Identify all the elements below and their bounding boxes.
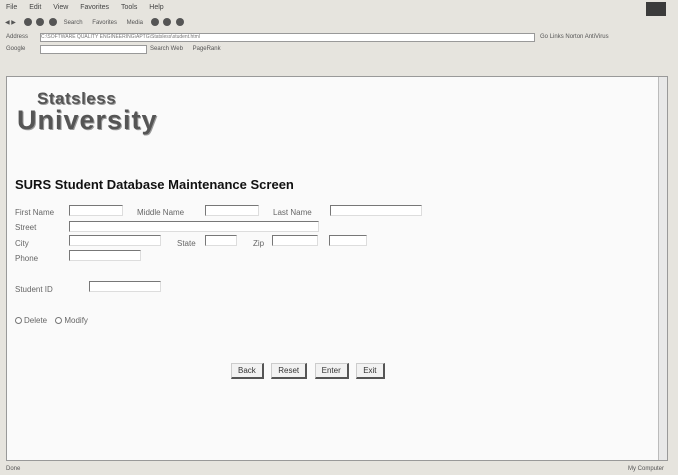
search-button[interactable]: Search	[64, 20, 83, 26]
zip-field[interactable]	[272, 235, 318, 246]
action-radio-group: Delete Modify	[15, 316, 94, 325]
logo-line2: University	[17, 105, 158, 135]
favorites-button[interactable]: Favorites	[92, 20, 117, 26]
radio-modify[interactable]: Modify	[55, 316, 88, 325]
google-search-input[interactable]	[40, 45, 147, 54]
radio-delete-circle[interactable]	[15, 317, 22, 325]
stop-icon[interactable]	[23, 18, 32, 27]
menu-favorites[interactable]: Favorites	[80, 4, 109, 11]
university-logo: Statsless University	[17, 89, 158, 136]
status-bar: Done My Computer	[0, 462, 678, 475]
page-content: Statsless University SURS Student Databa…	[6, 76, 668, 461]
print-icon[interactable]	[176, 18, 184, 27]
mail-icon[interactable]	[163, 18, 172, 27]
city-label: City	[15, 239, 29, 248]
middle-name-field[interactable]	[205, 205, 259, 216]
state-field[interactable]	[205, 235, 237, 246]
links-button[interactable]: Links	[550, 34, 564, 40]
vertical-scrollbar[interactable]	[658, 77, 667, 460]
google-toolbar: Google Search Web PageRank	[0, 43, 678, 56]
back-nav-icon[interactable]: ◀ ▶	[5, 19, 16, 26]
menu-help[interactable]: Help	[149, 4, 163, 11]
menu-view[interactable]: View	[53, 4, 68, 11]
norton-antivirus-button[interactable]: Norton AntiVirus	[565, 34, 608, 40]
status-zone: My Computer	[627, 466, 664, 472]
zip-extension-field[interactable]	[329, 235, 367, 246]
menu-tools[interactable]: Tools	[121, 4, 137, 11]
last-name-label: Last Name	[273, 208, 312, 217]
student-id-label: Student ID	[15, 285, 53, 294]
status-done: Done	[6, 466, 21, 472]
windows-logo-icon	[646, 2, 666, 16]
city-field[interactable]	[69, 235, 161, 246]
radio-modify-label: Modify	[64, 316, 88, 325]
exit-button[interactable]: Exit	[356, 363, 385, 379]
home-icon[interactable]	[48, 18, 57, 27]
street-field[interactable]	[69, 221, 319, 232]
phone-label: Phone	[15, 254, 39, 263]
form-buttons: Back Reset Enter Exit	[231, 360, 388, 379]
google-label: Google	[6, 46, 26, 52]
refresh-icon[interactable]	[36, 18, 45, 27]
zip-label: Zip	[253, 239, 265, 248]
menu-edit[interactable]: Edit	[29, 4, 41, 11]
menu-bar: File Edit View Favorites Tools Help	[0, 0, 678, 16]
student-id-field[interactable]	[89, 281, 161, 292]
radio-delete[interactable]: Delete	[15, 316, 47, 325]
state-label: State	[177, 239, 196, 248]
radio-modify-circle[interactable]	[55, 317, 63, 325]
first-name-label: First Name	[15, 208, 55, 217]
street-label: Street	[15, 223, 37, 232]
browser-toolbar: ◀ ▶ Search Favorites Media	[0, 16, 678, 31]
back-button[interactable]: Back	[231, 363, 264, 379]
search-web-button[interactable]: Search Web	[150, 46, 183, 52]
middle-name-label: Middle Name	[137, 208, 185, 217]
reset-button[interactable]: Reset	[271, 363, 308, 379]
address-input[interactable]: C:\SOFTWARE QUALITY ENGINEERING\APTG\Sta…	[40, 33, 535, 42]
address-bar: Address C:\SOFTWARE QUALITY ENGINEERING\…	[0, 31, 678, 43]
enter-button[interactable]: Enter	[314, 363, 349, 379]
last-name-field[interactable]	[330, 205, 422, 216]
address-label: Address	[6, 34, 29, 40]
media-button[interactable]: Media	[127, 20, 143, 26]
phone-field[interactable]	[69, 250, 141, 261]
history-icon[interactable]	[150, 18, 159, 27]
menu-file[interactable]: File	[6, 4, 17, 11]
address-bar-right: Go Links Norton AntiVirus	[540, 34, 609, 40]
go-button[interactable]: Go	[540, 34, 548, 40]
page-title: SURS Student Database Maintenance Screen	[15, 177, 294, 192]
radio-delete-label: Delete	[24, 316, 48, 325]
pagerank-label: PageRank	[192, 46, 221, 52]
first-name-field[interactable]	[69, 205, 123, 216]
